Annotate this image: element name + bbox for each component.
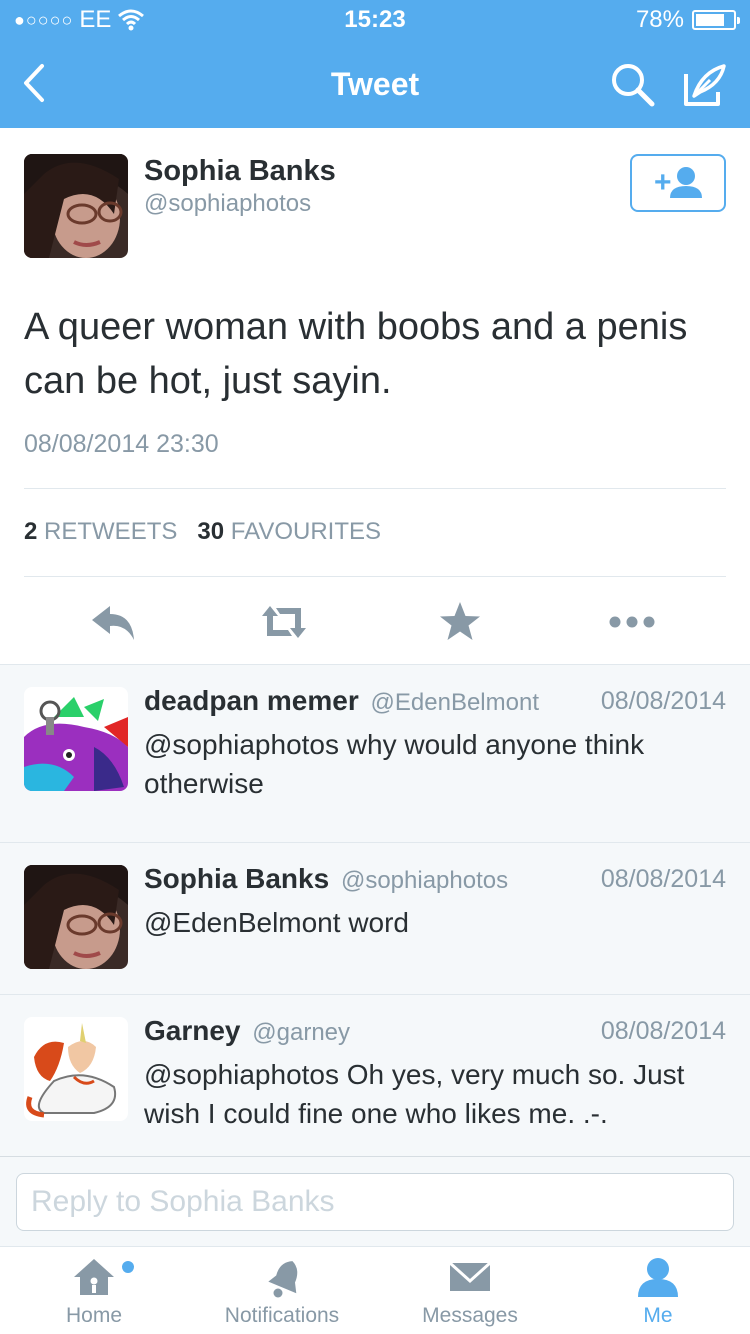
reply-item[interactable]: deadpan memer @EdenBelmont 08/08/2014 @s…	[0, 665, 750, 843]
search-icon[interactable]	[608, 60, 658, 110]
bell-icon	[268, 1261, 298, 1298]
battery-fill	[696, 14, 725, 26]
person-icon	[638, 1258, 678, 1297]
reply-avatar[interactable]	[24, 865, 128, 969]
envelope-icon	[448, 1261, 492, 1291]
battery-percent: 78%	[635, 6, 684, 33]
reply-text: @sophiaphotos why would anyone think oth…	[144, 729, 645, 799]
status-bar: ●○○○○ EE 15:23 78%	[0, 0, 750, 40]
favourites-label[interactable]: FAVOURITES	[231, 518, 381, 545]
tweet-text: A queer woman with boobs and a penis can…	[24, 306, 688, 402]
reply-text: @sophiaphotos Oh yes, very much so. Just…	[144, 1059, 685, 1129]
more-icon[interactable]	[606, 598, 658, 646]
reply-author-handle[interactable]: @garney	[252, 1019, 350, 1046]
reply-avatar[interactable]	[24, 1017, 128, 1121]
nav-bar: Tweet	[0, 40, 750, 128]
reply-author-name[interactable]: deadpan memer	[144, 685, 359, 716]
tweet-timestamp: 08/08/2014 23:30	[24, 430, 219, 458]
author-handle[interactable]: @sophiaphotos	[144, 190, 311, 218]
tweet-actions	[0, 590, 750, 660]
author-avatar[interactable]	[24, 154, 128, 258]
retweet-icon[interactable]	[258, 598, 310, 646]
tab-bar: Home Notifications Messages Me	[0, 1246, 750, 1334]
tab-label: Messages	[422, 1304, 518, 1327]
follow-button[interactable]: +	[630, 154, 726, 212]
reply-header: Sophia Banks @sophiaphotos 08/08/2014	[144, 863, 726, 895]
notification-dot	[122, 1261, 134, 1273]
reply-box	[0, 1156, 750, 1246]
reply-icon[interactable]	[88, 598, 140, 646]
reply-author-handle[interactable]: @EdenBelmont	[371, 689, 539, 716]
tab-label: Notifications	[224, 1304, 340, 1327]
tab-messages[interactable]: Messages	[376, 1247, 564, 1334]
reply-avatar[interactable]	[24, 687, 128, 791]
replies-list: deadpan memer @EdenBelmont 08/08/2014 @s…	[0, 664, 750, 1156]
add-user-icon: +	[654, 166, 702, 199]
favourites-count[interactable]: 30	[197, 518, 224, 545]
reply-item[interactable]: Garney @garney 08/08/2014 @sophiaphotos …	[0, 995, 750, 1157]
battery-icon	[692, 10, 740, 30]
reply-date: 08/08/2014	[600, 865, 726, 893]
reply-header: deadpan memer @EdenBelmont 08/08/2014	[144, 685, 726, 717]
reply-input[interactable]	[16, 1173, 734, 1231]
tab-notifications[interactable]: Notifications	[188, 1247, 376, 1334]
reply-author-name[interactable]: Garney	[144, 1015, 241, 1046]
reply-header: Garney @garney 08/08/2014	[144, 1015, 726, 1047]
compose-icon[interactable]	[680, 62, 730, 112]
reply-author-handle[interactable]: @sophiaphotos	[341, 867, 508, 894]
tweet-stats: 2 RETWEETS 30 FAVOURITES	[24, 518, 381, 546]
author-name[interactable]: Sophia Banks	[144, 155, 336, 188]
reply-item[interactable]: Sophia Banks @sophiaphotos 08/08/2014 @E…	[0, 843, 750, 995]
favourite-icon[interactable]	[434, 598, 486, 646]
home-icon	[74, 1259, 114, 1295]
divider	[24, 488, 726, 489]
retweets-label[interactable]: RETWEETS	[44, 518, 177, 545]
tab-home[interactable]: Home	[0, 1247, 188, 1334]
reply-date: 08/08/2014	[600, 687, 726, 715]
svg-text:+: +	[654, 166, 672, 199]
reply-text: @EdenBelmont word	[144, 907, 410, 938]
tab-label: Me	[643, 1304, 673, 1327]
reply-author-name[interactable]: Sophia Banks	[144, 863, 329, 894]
retweets-count[interactable]: 2	[24, 518, 37, 545]
divider	[24, 576, 726, 577]
tab-label: Home	[65, 1304, 123, 1327]
reply-date: 08/08/2014	[600, 1017, 726, 1045]
status-right: 78%	[635, 6, 740, 34]
tab-me[interactable]: Me	[564, 1247, 750, 1334]
